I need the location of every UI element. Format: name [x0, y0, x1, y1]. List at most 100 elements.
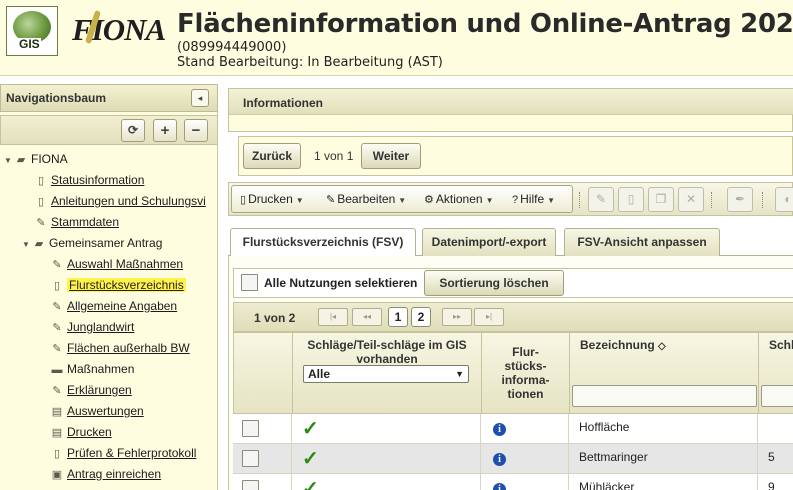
column-header-parcel-info[interactable]: Flur- stücks- informa- tionen: [482, 333, 570, 415]
copy-record-button[interactable]: ❐: [648, 187, 674, 212]
tree-item-label: Auswertungen: [67, 404, 144, 418]
tree-item-auswahl-massnahmen[interactable]: ✎ Auswahl Maßnahmen: [50, 255, 183, 273]
column-header-gis-label: Schläge/Teil-schläge im GIS vorhanden: [307, 338, 467, 366]
info-icon[interactable]: i: [493, 453, 506, 466]
navigation-toolbar: ⟳ + −: [0, 115, 218, 145]
tab-datenimport-export[interactable]: Datenimport/-export: [422, 228, 556, 256]
printer-icon: ▤: [51, 427, 63, 439]
column-header-select: [234, 333, 293, 415]
chevron-down-icon: ▼: [485, 196, 494, 205]
gis-logo-text: GIS: [18, 37, 41, 51]
actions-menu[interactable]: ⚙ Aktionen ▼: [424, 192, 494, 206]
edit-menu-label: Bearbeiten: [337, 192, 396, 206]
edit-record-button[interactable]: ✎: [588, 187, 614, 212]
tree-item-anleitungen[interactable]: ▯ Anleitungen und Schulungsvi: [34, 192, 210, 210]
delete-record-button[interactable]: ✕: [678, 187, 704, 212]
print-menu-label: Drucken: [248, 192, 293, 206]
select-all-checkbox[interactable]: [241, 274, 258, 291]
expand-arrow-icon[interactable]: ▼: [22, 236, 32, 254]
tree-item-flurstuecksverzeichnis[interactable]: ▯ Flurstücksverzeichnis: [50, 276, 186, 294]
first-page-button[interactable]: |◂: [318, 308, 348, 326]
navigation-header: Navigationsbaum ◂: [0, 84, 218, 112]
refresh-button[interactable]: ⟳: [121, 119, 145, 142]
table-row[interactable]: ✓ i Mühläcker 9: [233, 474, 793, 490]
tree-item-label: Stammdaten: [51, 215, 120, 229]
new-record-button[interactable]: ▯: [618, 187, 644, 212]
edit-menu[interactable]: ✎ Bearbeiten ▼: [326, 192, 406, 206]
tree-item-statusinformation[interactable]: ▯ Statusinformation: [34, 171, 144, 189]
column-header-info-line2: stücks-: [504, 359, 547, 373]
tree-item-pruefen-fehlerprotokoll[interactable]: ▯ Prüfen & Fehlerprotokoll: [50, 444, 196, 462]
tree-item-fiona[interactable]: ▼ ▰ FIONA: [4, 150, 68, 168]
column-header-bezeichnung[interactable]: Bezeichnung ◇: [570, 333, 759, 415]
collapse-panel-button[interactable]: ◂: [191, 89, 209, 107]
tree-item-stammdaten[interactable]: ✎ Stammdaten: [34, 213, 119, 231]
record-pager: Zurück 1 von 1 Weiter: [238, 136, 793, 176]
page-2-button[interactable]: 2: [411, 307, 431, 327]
bezeichnung-value: Mühläcker: [579, 480, 635, 490]
select-all-label: Alle Nutzungen selektieren: [264, 276, 418, 290]
tree-item-flaechen-ausserhalb-bw[interactable]: ✎ Flächen außerhalb BW: [50, 339, 189, 357]
next-button[interactable]: Weiter: [361, 143, 421, 169]
more-tools-button[interactable]: ◐: [775, 187, 793, 212]
column-header-schlag[interactable]: Schl: [759, 333, 793, 415]
column-header-schlag-label: Schl: [769, 338, 793, 352]
actions-menu-label: Aktionen: [435, 192, 483, 206]
tree-item-gemeinsamer-antrag[interactable]: ▼ ▰ Gemeinsamer Antrag: [22, 234, 162, 252]
bezeichnung-cell: Hoffläche: [569, 414, 758, 444]
expand-all-button[interactable]: +: [153, 119, 177, 142]
info-cell: i: [481, 414, 569, 444]
next-page-button[interactable]: ▸▸: [442, 308, 472, 326]
sort-icon[interactable]: ◇: [658, 341, 666, 352]
help-menu-label: Hilfe: [520, 192, 545, 206]
info-icon[interactable]: i: [493, 483, 506, 490]
expand-arrow-icon[interactable]: ▼: [4, 152, 14, 170]
table-row[interactable]: ✓ i Bettmaringer 5: [233, 444, 793, 474]
tree-item-label: Statusinformation: [51, 173, 145, 187]
tree-item-label: Antrag einreichen: [67, 467, 162, 481]
wrench-icon: ✎: [52, 301, 62, 313]
schlag-value: 9: [768, 480, 775, 490]
bezeichnung-filter-input[interactable]: [572, 385, 757, 407]
info-icon[interactable]: i: [493, 423, 506, 436]
tree-item-drucken[interactable]: ▤ Drucken: [50, 423, 112, 441]
row-checkbox[interactable]: [242, 450, 259, 467]
bezeichnung-value: Hoffläche: [579, 420, 630, 434]
tree-item-auswertungen[interactable]: ▤ Auswertungen: [50, 402, 144, 420]
tree-item-erklaerungen[interactable]: ✎ Erklärungen: [50, 381, 131, 399]
tree-item-junglandwirt[interactable]: ✎ Junglandwirt: [50, 318, 134, 336]
tab-fsv-ansicht-anpassen[interactable]: FSV-Ansicht anpassen: [564, 228, 720, 256]
tab-flurstuecksverzeichnis[interactable]: Flurstücksverzeichnis (FSV): [230, 228, 416, 257]
back-button[interactable]: Zurück: [243, 143, 301, 169]
folder-icon: ▬: [51, 364, 63, 376]
info-cell: i: [481, 444, 569, 474]
actions-icon: ⚙: [424, 194, 434, 206]
bezeichnung-cell: Mühläcker: [569, 474, 758, 490]
row-checkbox[interactable]: [242, 420, 259, 437]
information-header: Informationen: [229, 89, 793, 115]
tree-item-massnahmen[interactable]: ▬ Maßnahmen: [50, 360, 135, 378]
document-icon: ▯: [37, 175, 45, 187]
menu-group: ▯ Drucken ▼ ✎ Bearbeiten ▼ ⚙ Aktionen ▼ ? Hilfe…: [231, 185, 573, 213]
row-checkbox[interactable]: [242, 480, 259, 490]
gis-filter-value: Alle: [308, 367, 331, 381]
signature-button[interactable]: ✒: [727, 187, 753, 212]
last-page-button[interactable]: ▸|: [474, 308, 504, 326]
collapse-all-button[interactable]: −: [184, 119, 208, 142]
toolbar-separator: [579, 192, 581, 208]
column-header-gis[interactable]: Schläge/Teil-schläge im GIS vorhanden Al…: [293, 333, 482, 415]
previous-page-button[interactable]: ◂◂: [352, 308, 382, 326]
print-menu[interactable]: ▯ Drucken ▼: [240, 192, 304, 206]
navigation-title: Navigationsbaum: [6, 91, 107, 105]
gis-cell: ✓: [292, 474, 481, 490]
page-1-button[interactable]: 1: [388, 307, 408, 327]
gis-cell: ✓: [292, 414, 481, 444]
gis-filter-select[interactable]: Alle ▼: [303, 365, 469, 383]
tree-item-label: Maßnahmen: [67, 362, 135, 376]
help-menu[interactable]: ? Hilfe ▼: [512, 192, 555, 206]
tree-item-allgemeine-angaben[interactable]: ✎ Allgemeine Angaben: [50, 297, 177, 315]
schlag-filter-input[interactable]: [761, 385, 793, 407]
tree-item-antrag-einreichen[interactable]: ▣ Antrag einreichen: [50, 465, 161, 483]
table-row[interactable]: ✓ i Hoffläche: [233, 414, 793, 444]
clear-sort-button[interactable]: Sortierung löschen: [424, 270, 564, 296]
